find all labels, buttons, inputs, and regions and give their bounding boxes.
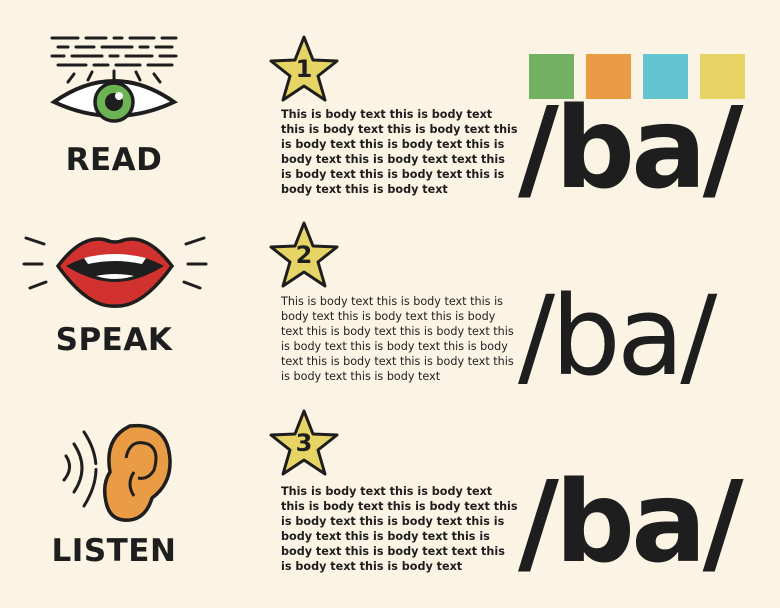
read-label: READ [65, 142, 163, 178]
star-badge-1: 1 [268, 34, 340, 104]
star-badge-3: 3 [268, 408, 340, 478]
phoneme-text: /ba/ [518, 458, 744, 588]
star-badge-2: 2 [268, 220, 340, 290]
step-number: 1 [295, 55, 313, 83]
phoneme-text: /ba/ [518, 84, 744, 214]
step-number: 3 [295, 429, 313, 457]
listen-label: LISTEN [51, 533, 177, 569]
speak-label: SPEAK [55, 322, 173, 358]
eye-icon [50, 36, 178, 123]
ear-icon [62, 423, 172, 522]
phoneme-text: /ba/ [518, 272, 717, 400]
lips-icon [22, 236, 208, 308]
body-text: This is body text this is body text this… [281, 295, 514, 383]
body-text: This is body text this is body text this… [281, 485, 518, 573]
step-number: 2 [295, 241, 313, 269]
body-text: This is body text this is body text this… [281, 108, 518, 196]
